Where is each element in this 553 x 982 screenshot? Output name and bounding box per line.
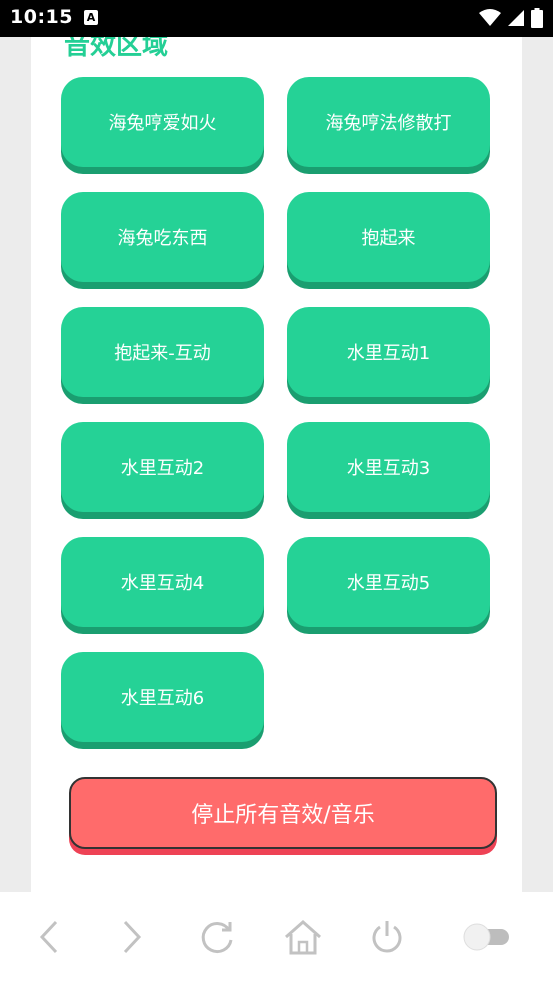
wifi-icon — [479, 9, 501, 26]
section-title: 音效区域 — [64, 37, 169, 61]
sound-effects-card: 音效区域 海兔哼爱如火 海兔哼法修散打 海兔吃东西 抱起来 抱起来-互动 水里互… — [31, 37, 522, 892]
sound-button-6[interactable]: 水里互动1 — [287, 307, 490, 397]
nav-home-button[interactable] — [278, 912, 328, 962]
sound-button-7[interactable]: 水里互动2 — [61, 422, 264, 512]
sound-button-3[interactable]: 海兔吃东西 — [61, 192, 264, 282]
toggle-switch-icon — [463, 923, 509, 951]
sound-button-5[interactable]: 抱起来-互动 — [61, 307, 264, 397]
forward-icon — [123, 920, 142, 954]
battery-icon — [531, 8, 543, 28]
status-time: 10:15 — [10, 6, 73, 28]
signal-icon — [508, 10, 524, 26]
back-icon — [39, 920, 58, 954]
power-icon — [372, 921, 402, 953]
home-icon — [285, 919, 321, 955]
reload-icon — [201, 922, 233, 954]
status-bar: 10:15 A — [0, 0, 553, 37]
nav-power-button[interactable] — [362, 912, 412, 962]
status-icons — [479, 8, 543, 28]
sound-button-4[interactable]: 抱起来 — [287, 192, 490, 282]
nav-reload-button[interactable] — [192, 912, 242, 962]
bottom-nav-bar — [0, 892, 553, 982]
nav-toggle-switch[interactable] — [460, 912, 514, 962]
nav-back-button[interactable] — [24, 912, 74, 962]
sound-button-11[interactable]: 水里互动6 — [61, 652, 264, 742]
stop-all-sounds-button[interactable]: 停止所有音效/音乐 — [69, 777, 497, 849]
notification-icon: A — [84, 10, 98, 25]
sound-button-2[interactable]: 海兔哼法修散打 — [287, 77, 490, 167]
sound-button-9[interactable]: 水里互动4 — [61, 537, 264, 627]
nav-forward-button[interactable] — [107, 912, 157, 962]
sound-button-8[interactable]: 水里互动3 — [287, 422, 490, 512]
sound-button-10[interactable]: 水里互动5 — [287, 537, 490, 627]
sound-button-1[interactable]: 海兔哼爱如火 — [61, 77, 264, 167]
